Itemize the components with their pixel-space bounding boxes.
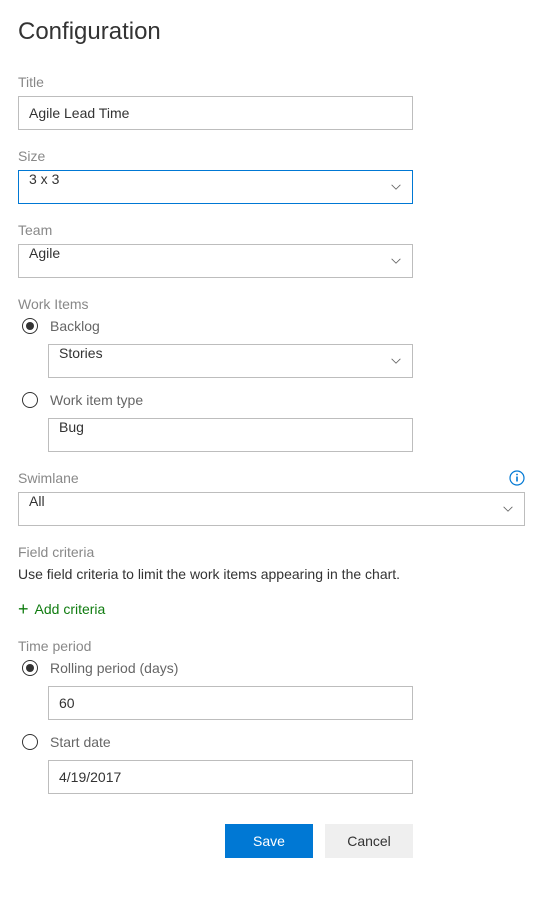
backlog-radio-label: Backlog (50, 318, 100, 334)
work-item-type-select[interactable]: Bug (48, 418, 413, 452)
size-select[interactable]: 3 x 3 (18, 170, 413, 204)
start-date-radio[interactable] (22, 734, 38, 750)
button-row: Save Cancel (18, 824, 413, 858)
plus-icon: + (18, 600, 29, 618)
rolling-period-radio-row[interactable]: Rolling period (days) (22, 660, 525, 676)
rolling-period-input[interactable] (48, 686, 413, 720)
field-criteria-group: Field criteria Use field criteria to lim… (18, 544, 525, 618)
work-item-type-radio[interactable] (22, 392, 38, 408)
save-button[interactable]: Save (225, 824, 313, 858)
team-label: Team (18, 222, 525, 238)
field-criteria-description: Use field criteria to limit the work ite… (18, 566, 525, 582)
title-input[interactable] (18, 96, 413, 130)
size-field-group: Size 3 x 3 (18, 148, 525, 204)
add-criteria-button[interactable]: + Add criteria (18, 600, 525, 618)
start-date-input[interactable] (48, 760, 413, 794)
title-field-group: Title (18, 74, 525, 130)
backlog-select[interactable]: Stories (48, 344, 413, 378)
work-item-type-radio-block: Work item type Bug (18, 392, 525, 452)
work-item-type-radio-row[interactable]: Work item type (22, 392, 525, 408)
backlog-select-value: Stories (48, 344, 413, 378)
work-item-type-radio-label: Work item type (50, 392, 143, 408)
rolling-period-block: Rolling period (days) (18, 660, 525, 720)
title-label: Title (18, 74, 525, 90)
work-items-label: Work Items (18, 296, 525, 312)
start-date-radio-label: Start date (50, 734, 111, 750)
backlog-radio-block: Backlog Stories (18, 318, 525, 378)
team-select-value: Agile (18, 244, 413, 278)
start-date-block: Start date (18, 734, 525, 794)
start-date-radio-row[interactable]: Start date (22, 734, 525, 750)
swimlane-label: Swimlane (18, 470, 79, 486)
time-period-group: Time period Rolling period (days) Start … (18, 638, 525, 794)
work-items-group: Work Items Backlog Stories Work item typ… (18, 296, 525, 452)
time-period-label: Time period (18, 638, 525, 654)
backlog-radio-row[interactable]: Backlog (22, 318, 525, 334)
team-select[interactable]: Agile (18, 244, 413, 278)
swimlane-field-group: Swimlane All (18, 470, 525, 526)
team-field-group: Team Agile (18, 222, 525, 278)
rolling-period-radio[interactable] (22, 660, 38, 676)
info-icon[interactable] (509, 470, 525, 486)
size-select-value: 3 x 3 (18, 170, 413, 204)
size-label: Size (18, 148, 525, 164)
page-title: Configuration (18, 18, 525, 46)
backlog-radio[interactable] (22, 318, 38, 334)
swimlane-select-value: All (18, 492, 525, 526)
swimlane-select[interactable]: All (18, 492, 525, 526)
add-criteria-label: Add criteria (35, 601, 106, 617)
field-criteria-label: Field criteria (18, 544, 525, 560)
work-item-type-select-value: Bug (48, 418, 413, 452)
rolling-period-radio-label: Rolling period (days) (50, 660, 178, 676)
cancel-button[interactable]: Cancel (325, 824, 413, 858)
